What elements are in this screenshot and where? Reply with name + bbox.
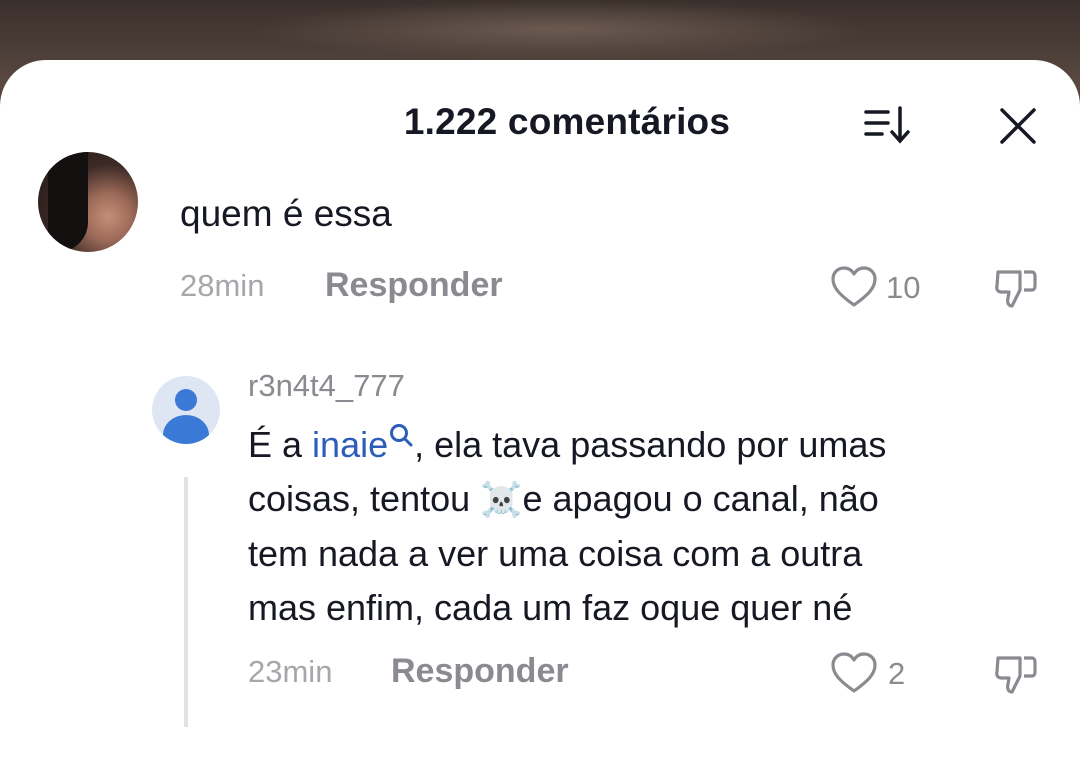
like-button[interactable] (830, 265, 878, 309)
reply-username[interactable]: r3n4t4_777 (248, 368, 405, 404)
comments-count-title: 1.222 comentários (403, 101, 731, 142)
heart-icon (831, 266, 877, 307)
search-icon[interactable] (388, 422, 414, 448)
comment-text: quem é essa (180, 193, 392, 234)
mention-link[interactable]: inaie (312, 424, 388, 465)
dislike-button[interactable] (992, 264, 1040, 312)
reply-thread-line (184, 477, 188, 727)
reply-like-count: 2 (888, 656, 906, 691)
sort-button[interactable] (862, 104, 914, 148)
reply-reply-button[interactable]: Responder (391, 652, 569, 691)
reply-like-button[interactable] (830, 651, 878, 695)
thumbs-down-icon (995, 656, 1037, 694)
skull-emoji: ☠️ (480, 481, 523, 519)
reply-avatar[interactable] (152, 376, 220, 444)
thumbs-down-icon (995, 270, 1037, 308)
sort-icon (864, 106, 910, 144)
close-button[interactable] (996, 104, 1040, 148)
reply-button[interactable]: Responder (325, 266, 503, 305)
close-icon (1000, 108, 1036, 144)
avatar[interactable] (38, 152, 138, 252)
like-count: 10 (886, 270, 921, 305)
heart-icon (831, 652, 877, 693)
comment-time: 28min (180, 268, 265, 303)
reply-time: 23min (248, 654, 333, 689)
reply-text: É a inaie, ela tava passando por umas co… (248, 422, 887, 628)
reply-dislike-button[interactable] (992, 650, 1040, 698)
